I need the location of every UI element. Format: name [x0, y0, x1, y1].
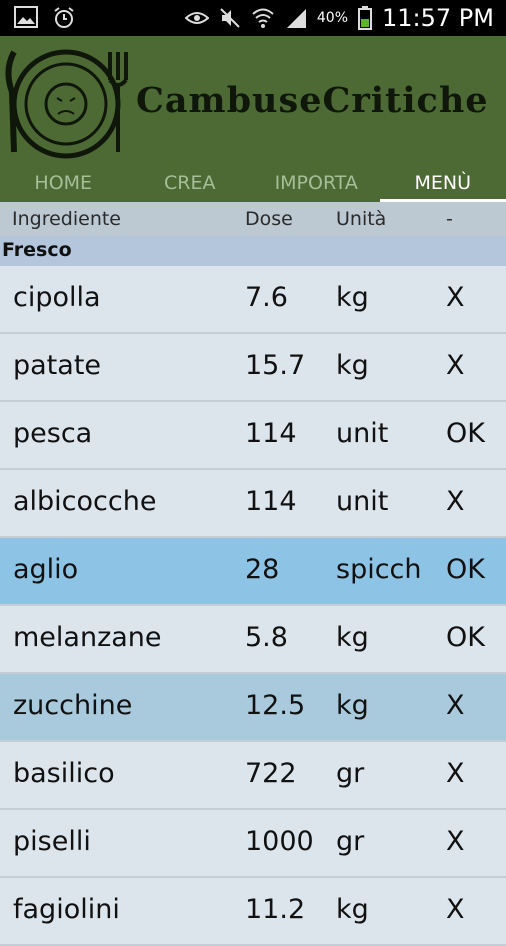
row-dose: 11.2 — [245, 894, 305, 925]
row-unit: kg — [336, 350, 369, 381]
plate-logo-icon — [0, 40, 130, 160]
table-row[interactable]: patate 15.7 kg X — [0, 334, 506, 402]
row-dose: 7.6 — [245, 282, 288, 313]
row-name: pesca — [13, 418, 92, 449]
row-dose: 1000 — [245, 826, 314, 857]
header-status: - — [446, 208, 453, 230]
row-name: aglio — [13, 554, 78, 585]
row-status[interactable]: X — [446, 350, 465, 381]
battery-percent: 40% — [317, 10, 348, 26]
header-ingrediente: Ingrediente — [12, 208, 121, 230]
app-title: CambuseCritiche — [136, 80, 489, 121]
row-dose: 15.7 — [245, 350, 305, 381]
battery-icon — [358, 6, 372, 30]
section-header: Fresco — [0, 236, 506, 266]
signal-icon — [285, 7, 307, 29]
table-row[interactable]: cipolla 7.6 kg X — [0, 266, 506, 334]
row-unit: unit — [336, 486, 388, 517]
row-dose: 722 — [245, 758, 297, 789]
row-dose: 114 — [245, 418, 297, 449]
row-status[interactable]: X — [446, 690, 465, 721]
alarm-icon — [52, 6, 76, 30]
table-row[interactable]: pesca 114 unit OK — [0, 402, 506, 470]
row-status[interactable]: X — [446, 826, 465, 857]
row-unit: kg — [336, 622, 369, 653]
header-dose: Dose — [245, 208, 293, 230]
row-unit: kg — [336, 690, 369, 721]
row-status[interactable]: OK — [446, 554, 485, 585]
row-status[interactable]: X — [446, 486, 465, 517]
table-row-highlighted[interactable]: aglio 28 spicch OK — [0, 538, 506, 606]
row-unit: spicch — [336, 554, 422, 585]
eye-icon — [185, 10, 209, 26]
row-dose: 12.5 — [245, 690, 305, 721]
mute-icon — [219, 7, 241, 29]
table-header: Ingrediente Dose Unità - — [0, 202, 506, 236]
table-row[interactable]: fagiolini 11.2 kg X — [0, 878, 506, 946]
tab-menu[interactable]: MENÙ — [380, 166, 506, 202]
wifi-icon — [251, 7, 275, 29]
table-row[interactable]: melanzane 5.8 kg OK — [0, 606, 506, 674]
row-status[interactable]: OK — [446, 418, 485, 449]
row-name: basilico — [13, 758, 115, 789]
tab-bar: HOME CREA IMPORTA MENÙ — [0, 166, 506, 202]
table-row[interactable]: basilico 722 gr X — [0, 742, 506, 810]
table-row[interactable]: albicocche 114 unit X — [0, 470, 506, 538]
row-unit: kg — [336, 894, 369, 925]
row-status[interactable]: X — [446, 758, 465, 789]
tab-home[interactable]: HOME — [0, 166, 127, 202]
row-unit: gr — [336, 758, 364, 789]
row-status[interactable]: X — [446, 894, 465, 925]
row-name: cipolla — [13, 282, 101, 313]
table-row[interactable]: piselli 1000 gr X — [0, 810, 506, 878]
row-unit: gr — [336, 826, 364, 857]
tab-crea[interactable]: CREA — [127, 166, 254, 202]
clock: 11:57 PM — [382, 4, 494, 32]
row-dose: 5.8 — [245, 622, 288, 653]
row-name: fagiolini — [13, 894, 120, 925]
row-name: patate — [13, 350, 101, 381]
table-row-selected[interactable]: zucchine 12.5 kg X — [0, 674, 506, 742]
image-icon — [14, 6, 38, 28]
row-name: piselli — [13, 826, 91, 857]
section-label: Fresco — [2, 239, 72, 261]
row-name: melanzane — [13, 622, 162, 653]
row-status[interactable]: OK — [446, 622, 485, 653]
row-dose: 114 — [245, 486, 297, 517]
status-bar: 40% 11:57 PM — [0, 0, 506, 36]
ingredient-list: cipolla 7.6 kg X patate 15.7 kg X pesca … — [0, 266, 506, 946]
row-name: zucchine — [13, 690, 132, 721]
tab-importa[interactable]: IMPORTA — [253, 166, 380, 202]
row-unit: unit — [336, 418, 388, 449]
row-status[interactable]: X — [446, 282, 465, 313]
header-unita: Unità — [336, 208, 386, 230]
row-name: albicocche — [13, 486, 156, 517]
app-bar: CambuseCritiche HOME CREA IMPORTA MENÙ — [0, 36, 506, 202]
row-dose: 28 — [245, 554, 279, 585]
row-unit: kg — [336, 282, 369, 313]
